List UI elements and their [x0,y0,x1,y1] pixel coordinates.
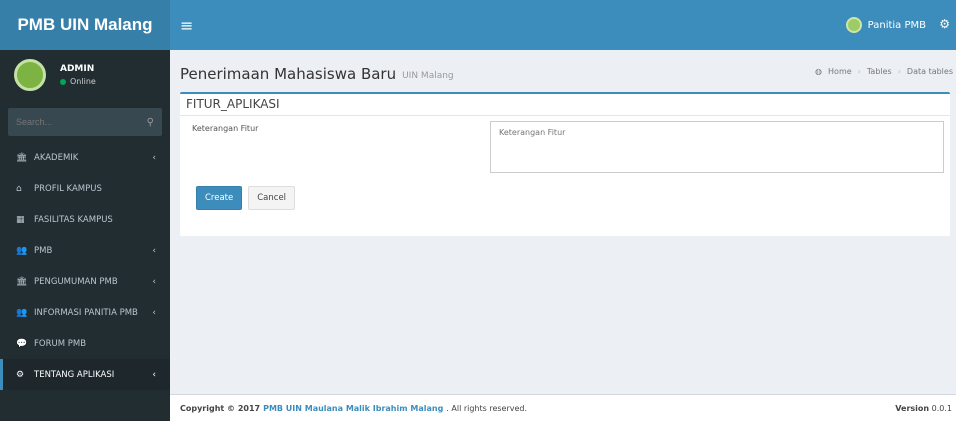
avatar [14,59,46,91]
version-info: Version 0.0.1 [895,404,952,413]
sidebar-item-tentang-aplikasi[interactable]: ⚙ TENTANG APLIKASI ‹ [0,359,170,390]
keterangan-fitur-field[interactable] [490,121,944,173]
chevron-left-icon: ‹ [152,276,156,287]
user-plus-icon: 👥 [16,245,28,256]
form-box: FITUR_APLIKASI Keterangan Fitur Create C… [180,92,950,236]
sidebar-item-informasi-panitia-pmb[interactable]: 👥 INFORMASI PANITIA PMB ‹ [0,297,170,328]
user-menu[interactable]: Panitia PMB [845,0,926,50]
users-icon: 👥 [16,307,28,318]
version-value: 0.0.1 [931,403,952,413]
sidebar-item-label: AKADEMIK [34,152,79,163]
chevron-left-icon: ‹ [152,307,156,318]
button-row: Create Cancel [196,186,296,210]
sidebar-item-label: PENGUMUMAN PMB [34,276,118,287]
box-title: FITUR_APLIKASI [180,94,950,116]
sidebar-item-label: TENTANG APLIKASI [34,369,115,380]
page-title: Penerimaan Mahasiswa Baru [180,65,397,83]
chevron-left-icon: ‹ [152,369,156,380]
sidebar-item-forum-pmb[interactable]: 💬 FORUM PMB [0,328,170,359]
gear-icon: ⚙ [16,369,25,380]
content-wrapper: Penerimaan Mahasiswa Baru UIN Malang ◍ H… [170,50,956,394]
sidebar-item-label: FORUM PMB [34,338,87,349]
breadcrumb: ◍ Home › Tables › Data tables [812,67,956,76]
brand-logo[interactable]: PMB UIN Malang [0,0,170,50]
breadcrumb-home[interactable]: Home [828,67,852,76]
copyright-prefix: Copyright © 2017 [180,403,261,413]
breadcrumb-tables[interactable]: Tables [867,67,892,76]
status-badge: Online [60,77,96,86]
sidebar-toggle-icon[interactable]: ≡ [180,16,200,35]
sidebar-item-label: PMB [34,245,53,256]
footer-link[interactable]: PMB UIN Maulana Malik Ibrahim Malang [263,404,443,413]
sidebar-menu: 🏛 AKADEMIK ‹ ⌂ PROFIL KAMPUS ▦ FASILITAS KAMPU… [0,142,170,390]
institution-icon: 🏛 [16,152,28,163]
user-panel-name: ADMIN [60,64,95,74]
create-button[interactable]: Create [196,186,243,210]
user-name: Panitia PMB [867,19,926,31]
app: PMB UIN Malang ≡ Panitia PMB ⚙ ADMIN Onl… [0,0,956,421]
page-subtitle: UIN Malang [402,71,454,81]
chevron-left-icon: ‹ [152,245,156,256]
home-icon: ⌂ [16,183,22,194]
dashboard-icon: ◍ [815,67,823,76]
sidebar-item-akademik[interactable]: 🏛 AKADEMIK ‹ [0,142,170,173]
breadcrumb-current: Data tables [906,67,953,76]
settings-gear-icon[interactable]: ⚙ [939,17,950,31]
copyright-suffix: . All rights reserved. [446,403,528,413]
avatar [845,17,862,33]
sidebar-item-label: FASILITAS KAMPUS [34,214,113,225]
sidebar: ADMIN Online ⚲ 🏛 AKADEMIK ‹ ⌂ PROFIL KAMPUS ▦… [0,50,170,421]
online-dot-icon [60,78,66,85]
search-icon[interactable]: ⚲ [147,117,154,128]
user-panel: ADMIN Online [0,50,170,100]
field-label: Keterangan Fitur [192,124,259,133]
sidebar-item-label: PROFIL KAMPUS [34,183,102,194]
sidebar-item-pengumuman-pmb[interactable]: 🏛 PENGUMUMAN PMB ‹ [0,266,170,297]
institution-icon: 🏛 [16,276,28,287]
content-header: Penerimaan Mahasiswa Baru UIN Malang ◍ H… [170,50,956,98]
sidebar-item-pmb[interactable]: 👥 PMB ‹ [0,235,170,266]
search-input[interactable] [16,117,147,127]
top-navbar: ≡ Panitia PMB ⚙ [170,0,956,50]
sidebar-search: ⚲ [8,108,162,136]
status-text: Online [70,77,96,86]
footer: Copyright © 2017 PMB UIN Maulana Malik I… [170,394,956,421]
version-label: Version [895,403,930,413]
cancel-button[interactable]: Cancel [248,186,296,210]
sidebar-item-fasilitas-kampus[interactable]: ▦ FASILITAS KAMPUS [0,204,170,235]
chevron-left-icon: ‹ [152,152,156,163]
comments-icon: 💬 [16,338,28,349]
building-icon: ▦ [16,214,25,225]
breadcrumb-separator: › [857,67,861,76]
breadcrumb-separator: › [897,67,901,76]
sidebar-item-label: INFORMASI PANITIA PMB [34,307,138,318]
sidebar-item-profil-kampus[interactable]: ⌂ PROFIL KAMPUS [0,173,170,204]
